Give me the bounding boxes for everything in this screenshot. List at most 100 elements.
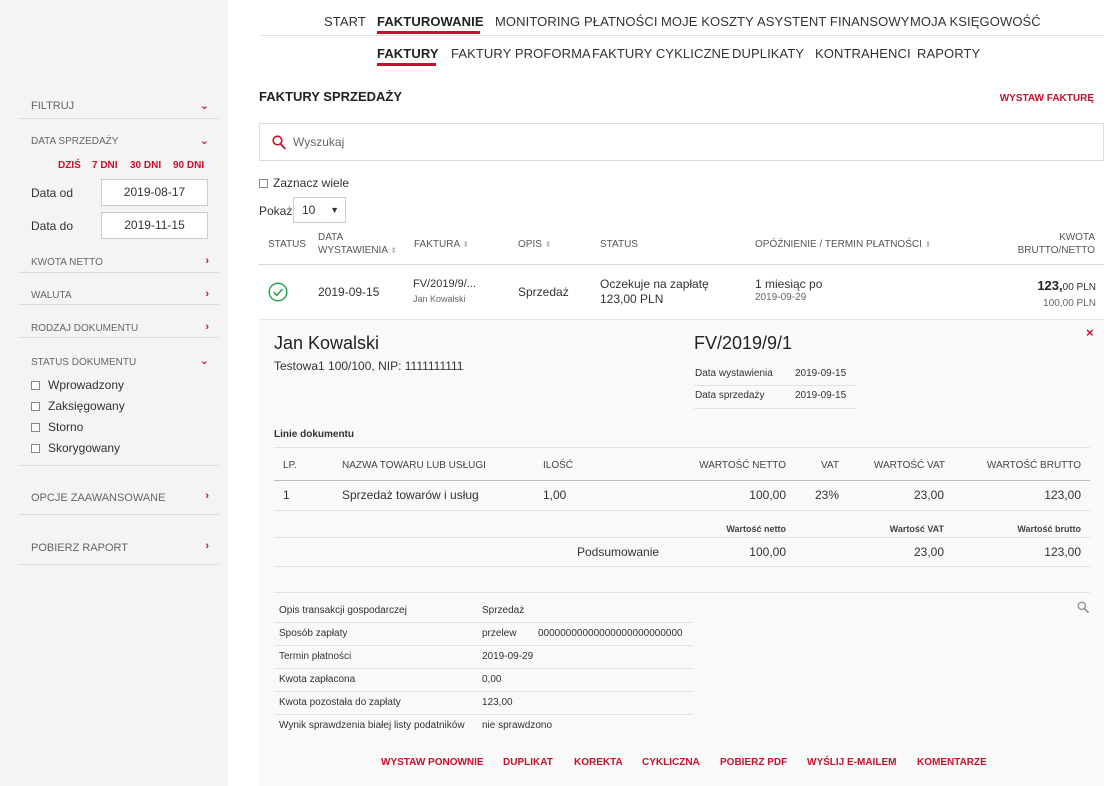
chevron-down-icon: ⌄: [199, 135, 209, 147]
row-due-date: 2019-09-29: [755, 292, 807, 303]
download-report-label: POBIERZ RAPORT: [31, 542, 128, 554]
lines-col-qty: ILOŚĆ: [543, 460, 574, 471]
status-checkbox-corrected[interactable]: Skorygowany: [31, 441, 120, 455]
status-checkbox-storno[interactable]: Storno: [31, 420, 83, 434]
search-input[interactable]: Wyszukaj: [293, 135, 344, 149]
lines-col-lp: LP.: [283, 460, 297, 471]
subnav-invoices[interactable]: FAKTURY: [377, 46, 439, 61]
row-issue-date: 2019-09-15: [318, 285, 380, 299]
quick-today[interactable]: DZIŚ: [58, 160, 81, 171]
summary-net: 100,00: [749, 545, 786, 559]
info-value: 123,00: [482, 697, 513, 708]
lines-col-gross: WARTOŚĆ BRUTTO: [986, 460, 1081, 471]
search-icon[interactable]: [1077, 601, 1089, 613]
correction-button[interactable]: KOREKTA: [574, 757, 623, 768]
comments-button[interactable]: KOMENTARZE: [917, 757, 987, 768]
lines-col-name: NAZWA TOWARU LUB USŁUGI: [342, 460, 486, 471]
currency-label: WALUTA: [31, 290, 72, 301]
col-description[interactable]: OPIS ⬍: [518, 238, 551, 251]
line-qty: 1,00: [543, 488, 567, 502]
currency-filter[interactable]: WALUTA ›: [19, 284, 219, 305]
nav-invoicing[interactable]: FAKTUROWANIE: [377, 14, 484, 29]
sort-icon: ⬍: [462, 240, 470, 249]
detail-client-name: Jan Kowalski: [274, 333, 380, 353]
col-status[interactable]: STATUS: [268, 238, 306, 251]
divider: [259, 35, 1104, 36]
download-pdf-button[interactable]: POBIERZ PDF: [720, 757, 787, 768]
subnav-recurring[interactable]: FAKTURY CYKLICZNE: [592, 46, 730, 61]
nav-financial-assistant[interactable]: ASYSTENT FINANSOWY: [757, 14, 910, 29]
col-invoice[interactable]: FAKTURA ⬍: [414, 238, 469, 251]
date-from-input[interactable]: 2019-08-17: [101, 179, 208, 206]
col-payment-status[interactable]: STATUS: [600, 238, 638, 251]
page-size-select[interactable]: 10 ▼: [293, 197, 346, 223]
line-name: Sprzedaż towarów i usług: [342, 488, 479, 502]
sidebar: FILTRUJ ⌄ DATA SPRZEDAŻY ⌄ DZIŚ 7 DNI 30…: [0, 0, 228, 786]
divider: [694, 408, 856, 409]
lines-col-net: WARTOŚĆ NETTO: [699, 460, 786, 471]
row-status-amount: 123,00 PLN: [600, 292, 664, 306]
summary-vat-header: Wartość VAT: [889, 524, 944, 534]
nav-start[interactable]: START: [324, 14, 366, 29]
subnav-contractors[interactable]: KONTRAHENCI: [815, 46, 911, 61]
divider: [274, 566, 1090, 567]
summary-gross: 123,00: [1044, 545, 1081, 559]
checkbox-icon: [31, 443, 40, 453]
status-label: Zaksięgowany: [48, 399, 125, 413]
divider: [274, 592, 1090, 593]
quick-30-days[interactable]: 30 DNI: [130, 160, 161, 171]
advanced-options[interactable]: OPCJE ZAAWANSOWANE ›: [19, 482, 219, 515]
col-delay[interactable]: OPÓŹNIENIE / TERMIN PŁATNOŚCI ⬍: [755, 238, 931, 251]
lines-col-vat: VAT: [821, 460, 839, 471]
page-size-label: Pokaż: [259, 204, 293, 218]
document-lines-title: Linie dokumentu: [274, 429, 354, 440]
col-issue-date[interactable]: DATA WYSTAWIENIA ⬍: [318, 231, 397, 257]
row-gross-amount: 123,00 PLN: [1037, 278, 1096, 293]
sort-icon: ⬍: [924, 240, 932, 249]
active-tab-indicator: [377, 31, 480, 34]
nav-payment-monitoring[interactable]: MONITORING PŁATNOŚCI: [495, 14, 658, 29]
row-net-amount: 100,00 PLN: [1043, 298, 1096, 309]
date-from-label: Data od: [31, 186, 74, 200]
subnav-reports[interactable]: RAPORTY: [917, 46, 980, 61]
status-label: Wprowadzony: [48, 378, 125, 392]
nav-my-costs[interactable]: MOJE KOSZTY: [661, 14, 754, 29]
send-email-button[interactable]: WYŚLIJ E-MAILEM: [807, 757, 896, 768]
status-label: Skorygowany: [48, 441, 121, 455]
select-many-checkbox[interactable]: Zaznacz wiele: [259, 176, 349, 190]
lines-col-vat-value: WARTOŚĆ VAT: [873, 460, 945, 471]
divider: [274, 714, 692, 715]
status-checkbox-booked[interactable]: Zaksięgowany: [31, 399, 125, 413]
subnav-duplicates[interactable]: DUPLIKATY: [732, 46, 804, 61]
download-report[interactable]: POBIERZ RAPORT ›: [19, 532, 219, 565]
filter-toggle[interactable]: FILTRUJ ⌄: [19, 96, 219, 119]
detail-invoice-number: FV/2019/9/1: [694, 333, 793, 353]
nav-my-accounting[interactable]: MOJA KSIĘGOWOŚĆ: [910, 14, 1041, 29]
info-label: Sposób zapłaty: [279, 628, 348, 639]
search-bar[interactable]: Wyszukaj: [259, 123, 1104, 161]
page-title: FAKTURY SPRZEDAŻY: [259, 89, 403, 104]
summary-vat: 23,00: [913, 545, 944, 559]
quick-90-days[interactable]: 90 DNI: [173, 160, 204, 171]
subnav-proforma[interactable]: FAKTURY PROFORMA: [451, 46, 591, 61]
line-lp: 1: [283, 488, 290, 502]
status-checkbox-entered[interactable]: Wprowadzony: [31, 378, 124, 392]
col-amount[interactable]: KWOTA BRUTTO/NETTO: [1000, 231, 1095, 257]
quick-7-days[interactable]: 7 DNI: [92, 160, 118, 171]
date-to-input[interactable]: 2019-11-15: [101, 212, 208, 239]
sale-date-filter[interactable]: DATA SPRZEDAŻY ⌄: [19, 132, 219, 152]
recurring-button[interactable]: CYKLICZNA: [642, 757, 700, 768]
sale-date-label: DATA SPRZEDAŻY: [31, 136, 119, 147]
doc-type-filter[interactable]: RODZAJ DOKUMENTU ›: [19, 317, 219, 338]
row-invoice-number[interactable]: FV/2019/9/...: [413, 278, 476, 290]
sort-icon: ⬍: [390, 246, 397, 255]
net-amount-filter[interactable]: KWOTA NETTO ›: [19, 250, 219, 273]
duplicate-button[interactable]: DUPLIKAT: [503, 757, 553, 768]
doc-status-filter[interactable]: STATUS DOKUMENTU ⌄: [19, 351, 219, 371]
issue-invoice-button[interactable]: WYSTAW FAKTURĘ: [1000, 93, 1094, 104]
close-icon[interactable]: ×: [1086, 325, 1094, 340]
detail-sale-label: Data sprzedaży: [695, 390, 765, 401]
info-label: Opis transakcji gospodarczej: [279, 605, 407, 616]
reissue-button[interactable]: WYSTAW PONOWNIE: [381, 757, 484, 768]
line-gross: 123,00: [1044, 488, 1081, 502]
